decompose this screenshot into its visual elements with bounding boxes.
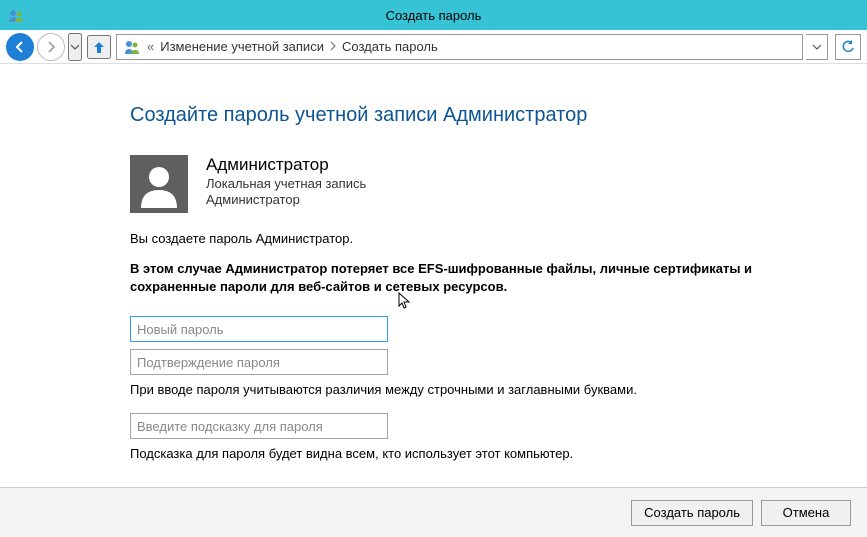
content-area: Создайте пароль учетной записи Администр… (0, 64, 867, 461)
user-icon (135, 160, 183, 208)
user-name: Администратор (206, 155, 366, 175)
back-icon (6, 33, 34, 61)
history-dropdown[interactable] (68, 33, 82, 61)
chevron-down-icon (812, 44, 822, 50)
breadcrumb-separator-icon (330, 39, 336, 54)
new-password-input[interactable] (130, 316, 388, 342)
user-info: Администратор Локальная учетная запись А… (206, 155, 366, 207)
address-dropdown[interactable] (806, 34, 828, 60)
password-hint-input[interactable] (130, 413, 388, 439)
create-password-button[interactable]: Создать пароль (631, 500, 753, 526)
confirm-password-input[interactable] (130, 349, 388, 375)
user-account-type: Локальная учетная запись (206, 176, 366, 191)
navbar: « Изменение учетной записи Создать парол… (0, 30, 867, 64)
back-button[interactable] (6, 33, 34, 61)
page-title: Создайте пароль учетной записи Администр… (130, 104, 867, 127)
user-block: Администратор Локальная учетная запись А… (130, 155, 867, 213)
up-button[interactable] (87, 35, 111, 59)
breadcrumb-item-2[interactable]: Создать пароль (342, 39, 438, 54)
refresh-icon (841, 40, 855, 54)
window-title: Создать пароль (386, 8, 482, 23)
creating-text: Вы создаете пароль Администратор. (130, 231, 867, 246)
forward-icon (37, 33, 65, 61)
cursor-icon (398, 292, 412, 315)
warning-text: В этом случае Администратор потеряет все… (130, 260, 770, 296)
cancel-button[interactable]: Отмена (761, 500, 851, 526)
user-role: Администратор (206, 192, 366, 207)
forward-button[interactable] (37, 33, 65, 61)
chevron-down-icon (70, 44, 80, 50)
breadcrumb-prefix: « (147, 39, 154, 54)
up-arrow-icon (91, 39, 107, 55)
users-icon (123, 38, 141, 56)
footer: Создать пароль Отмена (0, 487, 867, 537)
case-note: При вводе пароля учитываются различия ме… (130, 382, 867, 397)
hint-note: Подсказка для пароля будет видна всем, к… (130, 446, 867, 461)
refresh-button[interactable] (835, 34, 861, 60)
addressbar[interactable]: « Изменение учетной записи Создать парол… (116, 34, 803, 60)
app-icon (8, 7, 24, 23)
avatar (130, 155, 188, 213)
breadcrumb-item-1[interactable]: Изменение учетной записи (160, 39, 324, 54)
titlebar: Создать пароль (0, 0, 867, 30)
